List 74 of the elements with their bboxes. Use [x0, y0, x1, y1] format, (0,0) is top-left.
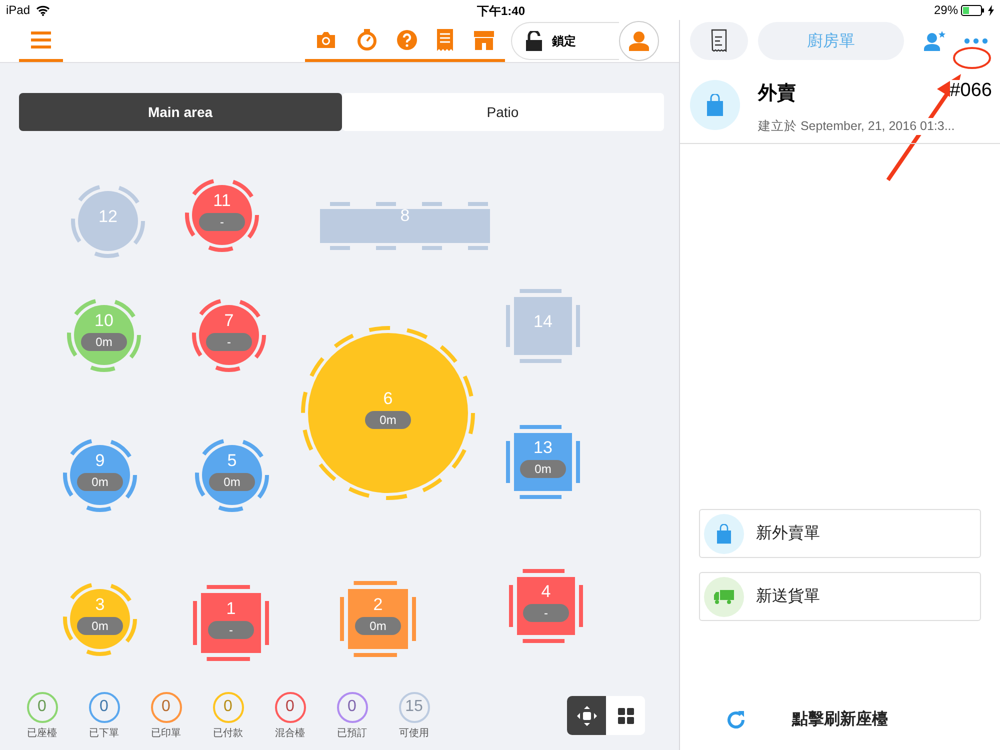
table-number: 6 [383, 389, 393, 409]
receipt-icon[interactable] [437, 28, 453, 50]
area-tab[interactable]: Main area [19, 93, 342, 131]
wifi-icon [36, 4, 50, 16]
order-title: 外賣 [758, 80, 796, 106]
round-table[interactable] [300, 325, 476, 501]
status-count: 0 [212, 692, 244, 722]
charging-icon [988, 4, 994, 16]
table-number: 4 [541, 582, 551, 602]
new-order-button[interactable]: 新送貨單 [699, 572, 981, 621]
time-badge: - [206, 333, 252, 351]
status-count: 15 [398, 692, 430, 722]
receipt-icon [711, 29, 727, 53]
bag-icon [690, 80, 740, 130]
time-badge: 0m [355, 617, 401, 635]
status-label: 已預訂 [337, 726, 367, 740]
time-badge: 0m [365, 411, 411, 429]
add-customer-icon[interactable] [924, 31, 946, 51]
move-view-button[interactable] [567, 696, 606, 735]
table-number: 2 [373, 595, 383, 615]
highlight-ellipse [952, 46, 992, 70]
more-icon [964, 38, 988, 44]
store-icon[interactable] [473, 30, 495, 50]
status-label: 混合檯 [275, 726, 305, 740]
time-badge: 0m [81, 333, 127, 351]
battery-percent: 29% [934, 3, 958, 17]
table-number: 11 [213, 191, 231, 211]
help-icon[interactable] [397, 30, 417, 50]
area-tab[interactable]: Patio [342, 93, 664, 131]
table-number: 1 [226, 599, 236, 619]
time-badge: - [208, 621, 254, 639]
table-number: 5 [227, 451, 237, 471]
status-count: 0 [150, 692, 182, 722]
lock-button[interactable]: 鎖定 [511, 22, 619, 60]
status-label: 已印單 [151, 726, 181, 740]
refresh-icon [726, 710, 746, 730]
status-label: 可使用 [399, 726, 429, 740]
status-count: 0 [274, 692, 306, 722]
time-badge: - [523, 604, 569, 622]
table-number: 3 [95, 595, 105, 615]
status-count: 0 [336, 692, 368, 722]
table-number: 12 [98, 207, 118, 227]
lock-icon [526, 31, 542, 51]
move-icon [576, 706, 596, 726]
table-number: 10 [94, 311, 114, 331]
table-number: 7 [224, 311, 234, 331]
bag-icon [717, 524, 731, 544]
table-number: 9 [95, 451, 105, 471]
table-number: 14 [534, 312, 552, 332]
refresh-tables-button[interactable]: 點擊刷新座檯 [726, 709, 926, 730]
stopwatch-icon[interactable] [357, 28, 377, 50]
user-button[interactable] [619, 21, 659, 61]
menu-icon [30, 30, 52, 48]
status-label: 已座檯 [27, 726, 57, 740]
device-name: iPad [6, 3, 30, 17]
status-count: 0 [26, 692, 58, 722]
table-number: 13 [534, 438, 552, 458]
receipt-button[interactable] [690, 22, 748, 60]
table-number: 8 [400, 206, 410, 226]
time-badge: 0m [520, 460, 566, 478]
battery-icon [961, 4, 985, 16]
time-badge: 0m [209, 473, 255, 491]
status-label: 已下單 [89, 726, 119, 740]
time-badge: 0m [77, 617, 123, 635]
truck-icon [714, 590, 734, 604]
time-badge: - [199, 213, 245, 231]
status-time: 下午1:40 [477, 3, 526, 20]
time-badge: 0m [77, 473, 123, 491]
grid-icon [618, 708, 634, 724]
status-label: 已付款 [213, 726, 243, 740]
status-count: 0 [88, 692, 120, 722]
camera-icon[interactable] [315, 30, 337, 48]
new-order-button[interactable]: 新外賣單 [699, 509, 981, 558]
person-icon [628, 30, 650, 52]
